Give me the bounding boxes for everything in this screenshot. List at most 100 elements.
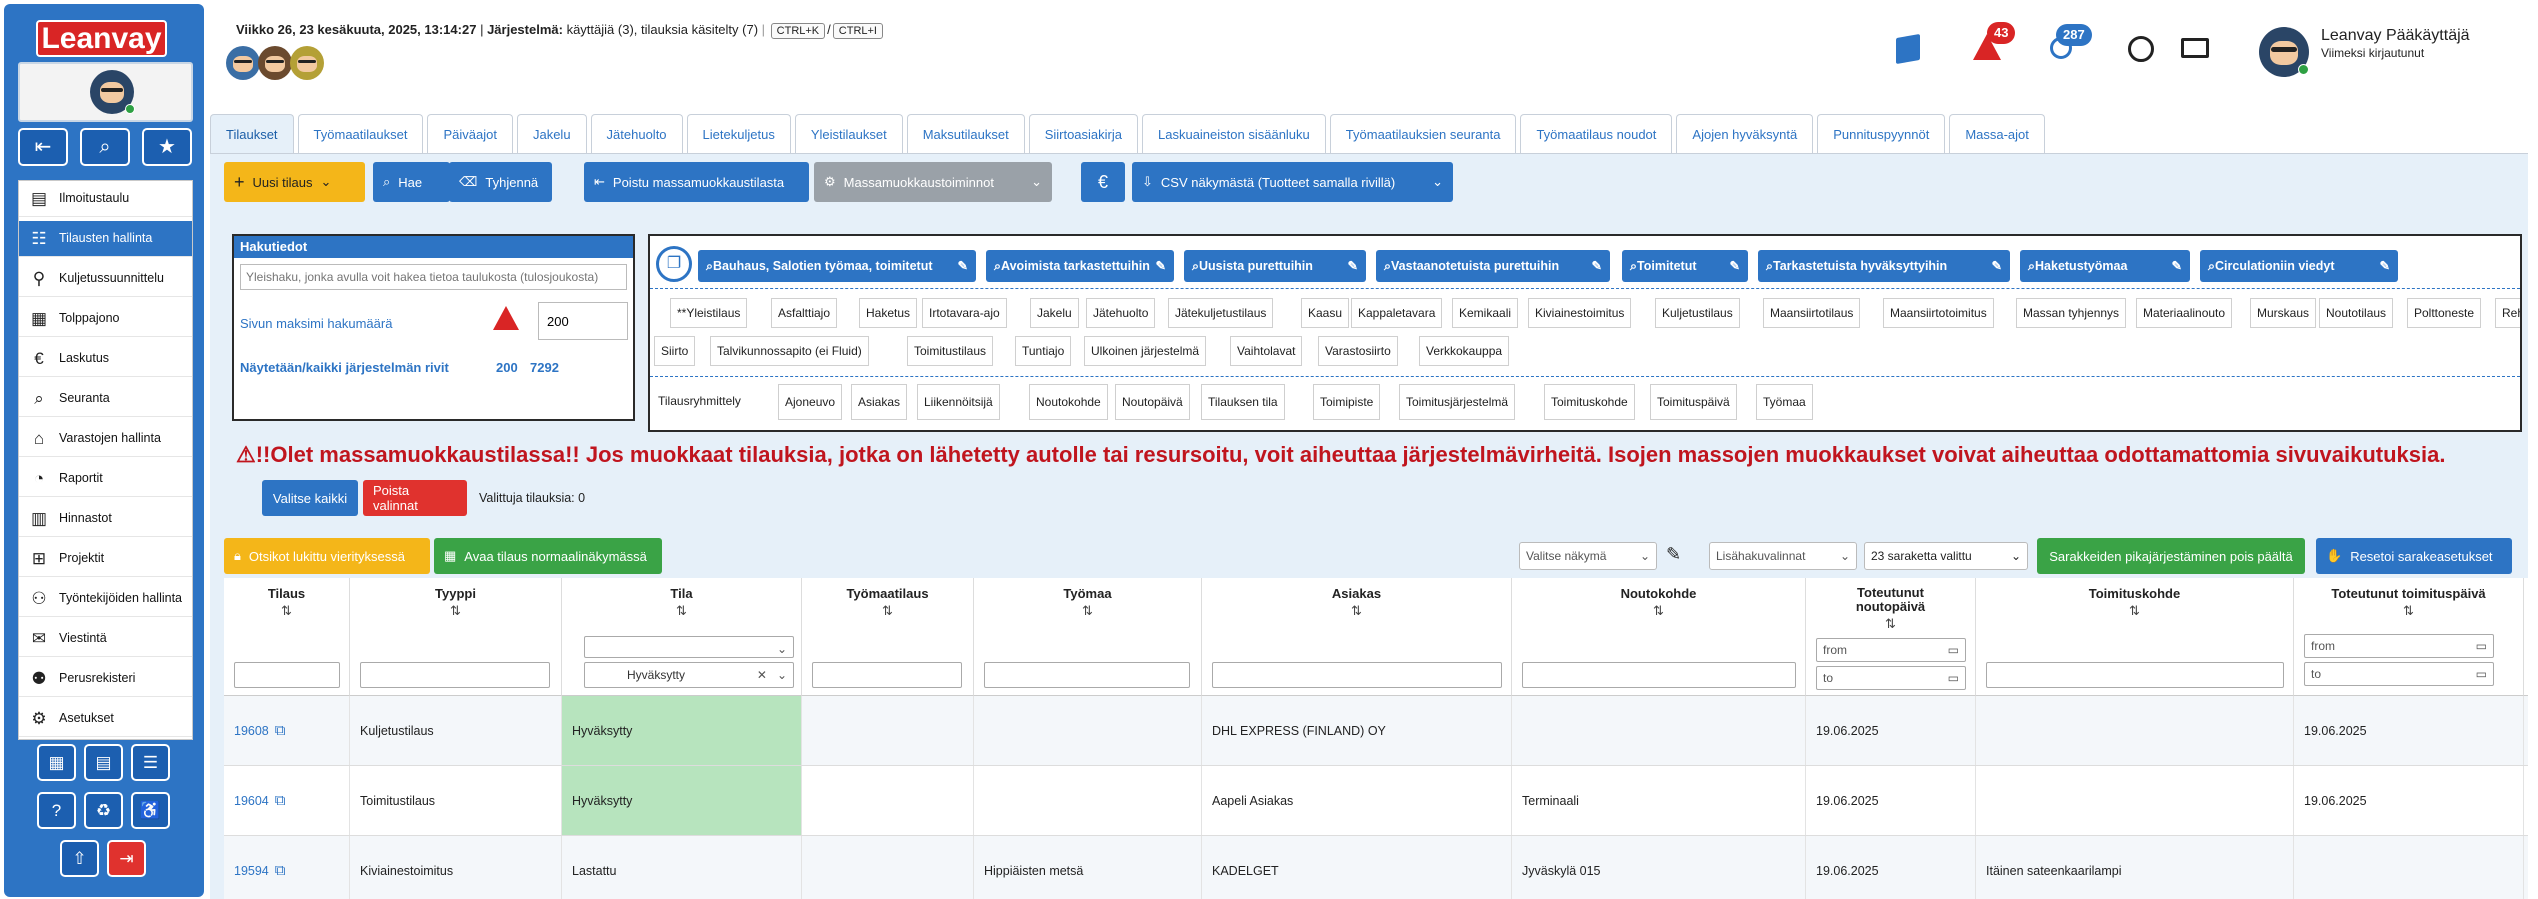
extra-filters-select[interactable]: Lisähakuvalinnat ⌄ [1709,542,1857,570]
quick-search-6[interactable]: ⌕Tarkastetuista hyväksyttyihin ✎ [1758,250,2010,282]
sidebar-item-7[interactable]: ⌂ Varastojen hallinta [19,421,192,457]
order-type-chip[interactable]: Irtotavara-ajo [922,298,1007,328]
shortcut-ctrl-k[interactable]: CTRL+K [770,23,826,39]
general-search-input[interactable] [240,264,627,290]
table-row[interactable]: 19608 ⧉ Kuljetustilaus Hyväksytty DHL EXPRES… [224,696,2528,766]
order-type-chip[interactable]: Toimitustilaus [907,336,994,366]
quick-search-2[interactable]: ⌕Avoimista tarkastettuihin ✎ [986,250,1174,282]
choose-view-select[interactable]: Valitse näkymä ⌄ [1519,542,1657,570]
remove-selection-button[interactable]: Poista valinnat [363,480,467,516]
quick-sort-toggle-button[interactable]: Sarakkeiden pikajärjestäminen pois päält… [2037,538,2305,574]
grouping-chip[interactable]: Toimituspäivä [1650,384,1737,420]
sidebar-item-11[interactable]: ⚇ Työntekijöiden hallinta [19,581,192,617]
grouping-chip[interactable]: Työmaa [1756,384,1813,420]
edit-icon[interactable]: ✎ [958,250,968,282]
filter-delivery-from[interactable]: from ▭ [2304,634,2494,658]
order-type-chip[interactable]: Tuntiajo [1015,336,1072,366]
quick-search-3[interactable]: ⌕Uusista purettuihin ✎ [1184,250,1366,282]
globe-icon[interactable] [2128,36,2154,62]
external-link-icon[interactable]: ⧉ [275,722,286,739]
sort-icon[interactable]: ⇅ [1976,603,2293,619]
order-link[interactable]: 19594 [234,864,269,878]
cell-id[interactable]: 19604 ⧉ [224,766,350,835]
grouping-chip[interactable]: Toimitusjärjestelmä [1399,384,1516,420]
logout-button[interactable]: ⇥ [107,840,146,877]
quick-search-8[interactable]: ⌕Circulationiin viedyt ✎ [2200,250,2398,282]
quick-search-4[interactable]: ⌕Vastaanotetuista purettuihin ✎ [1376,250,1610,282]
sidebar-item-5[interactable]: € Laskutus [19,341,192,377]
upload-button[interactable]: ⇧ [60,840,99,877]
sidebar-item-4[interactable]: ▦ Tolppajono [19,301,192,337]
tab-3[interactable]: Päiväajot [427,114,513,154]
grouping-chip[interactable]: Toimipiste [1313,384,1381,420]
column-header-toteutunut-toimituspaiva[interactable]: Toteutunut toimituspäivä ⇅ from ▭ to ▭ [2294,578,2524,696]
order-type-chip[interactable]: Maansiirtotoimitus [1883,298,1994,328]
tab-7[interactable]: Yleistilaukset [794,114,903,154]
open-normal-view-button[interactable]: ▦ Avaa tilaus normaalinäkymässä [434,538,662,574]
tab-9[interactable]: Siirtoasiakirja [1028,114,1138,154]
sort-icon[interactable]: ⇅ [562,603,801,619]
tab-14[interactable]: Punnituspyynnöt [1817,114,1946,154]
tab-11[interactable]: Työmaatilauksien seuranta [1329,114,1517,154]
sidebar-item-8[interactable]: ◔ Raportit [19,461,192,497]
shortcut-ctrl-i[interactable]: CTRL+I [832,23,883,39]
lock-headers-button[interactable]: 🔒︎ Otsikot lukittu vierityksessä [224,538,430,574]
order-type-chip[interactable]: Jätekuljetustilaus [1168,298,1274,328]
qr-button[interactable]: ▦ [37,744,76,781]
filter-pickup-to[interactable]: to ▭ [1816,666,1966,690]
tab-10[interactable]: Laskuaineiston sisäänluku [1142,114,1326,154]
column-header-tyyppi[interactable]: Tyyppi ⇅ [350,578,562,696]
sidebar-item-2[interactable]: ☷ Tilausten hallinta [19,221,192,257]
sidebar-item-13[interactable]: ⚉ Perusrekisteri [19,661,192,697]
order-type-chip[interactable]: Kiviainestoimitus [1528,298,1632,328]
grouping-chip[interactable]: Noutopäivä [1115,384,1190,420]
cube-icon[interactable] [1896,33,1920,65]
sort-icon[interactable]: ⇅ [974,603,1201,619]
cell-id[interactable]: 19594 ⧉ [224,836,350,899]
app-logo[interactable]: Leanvay [36,20,167,57]
max-results-input[interactable] [538,302,628,340]
select-all-button[interactable]: Valitse kaikki [262,480,358,516]
edit-icon[interactable]: ✎ [2380,250,2390,282]
order-type-chip[interactable]: Rehuajo [2495,298,2520,328]
collapse-sidebar-button[interactable]: ⇤ [18,128,68,166]
column-header-asiakas[interactable]: Asiakas ⇅ [1202,578,1512,696]
edit-icon[interactable]: ✎ [1730,250,1740,282]
tab-2[interactable]: Työmaatilaukset [297,114,424,154]
sort-icon[interactable]: ⇅ [224,603,349,619]
column-header-tyomaatilaus[interactable]: Työmaatilaus ⇅ [802,578,974,696]
order-type-chip[interactable]: Jätehuolto [1086,298,1156,328]
grouping-chip[interactable]: Liikennöitsijä [917,384,1000,420]
bookmark-button[interactable]: ❐ [656,246,692,282]
online-user-avatar-3[interactable] [290,46,324,80]
column-header-toteutunut-noutopaiva[interactable]: Toteutunut noutopäivä ⇅ from ▭ to ▭ [1806,578,1976,696]
exit-mass-edit-button[interactable]: ⇤ Poistu massamuokkaustilasta [584,162,809,202]
user-name[interactable]: Leanvay Pääkäyttäjä [2321,27,2470,45]
tab-8[interactable]: Maksutilaukset [906,114,1025,154]
quick-search-1[interactable]: ⌕Bauhaus, Salotien työmaa, toimitetut ✎ [698,250,976,282]
filter-pickup-from[interactable]: from ▭ [1816,638,1966,662]
order-type-chip[interactable]: Varastosiirto [1318,336,1398,366]
order-type-chip[interactable]: Talvikunnossapito (ei Fluid) [710,336,869,366]
sidebar-item-10[interactable]: ⊞ Projektit [19,541,192,577]
order-type-chip[interactable]: Verkkokauppa [1419,336,1510,366]
filter-tila-value[interactable]: Hyväksytty ⌄ ✕ [584,662,794,688]
order-type-chip[interactable]: **Yleistilaus [670,298,748,328]
sidebar-item-9[interactable]: ▥ Hinnastot [19,501,192,537]
order-type-chip[interactable]: Kemikaali [1452,298,1519,328]
quick-search-5[interactable]: ⌕Toimitetut ✎ [1622,250,1748,282]
tab-4[interactable]: Jakelu [516,114,587,154]
csv-export-button[interactable]: ⇩ CSV näkymästä (Tuotteet samalla rivillä… [1132,162,1453,202]
grouping-chip[interactable]: Toimituskohde [1544,384,1635,420]
filter-toimituskohde-input[interactable] [1986,662,2284,688]
filter-tila-select[interactable]: ⌄ [584,636,794,658]
order-link[interactable]: 19604 [234,794,269,808]
filter-tyomaatilaus-input[interactable] [812,662,962,688]
table-row[interactable]: 19604 ⧉ Toimitustilaus Hyväksytty Aapeli Asi… [224,766,2528,836]
help-button[interactable]: ? [37,792,76,829]
calendar-icon[interactable]: ▭ [2476,663,2487,685]
order-type-chip[interactable]: Jakelu [1030,298,1079,328]
online-user-avatar-1[interactable] [226,46,260,80]
column-header-tilaus[interactable]: Tilaus ⇅ [224,578,350,696]
order-type-chip[interactable]: Massan tyhjennys [2016,298,2127,328]
